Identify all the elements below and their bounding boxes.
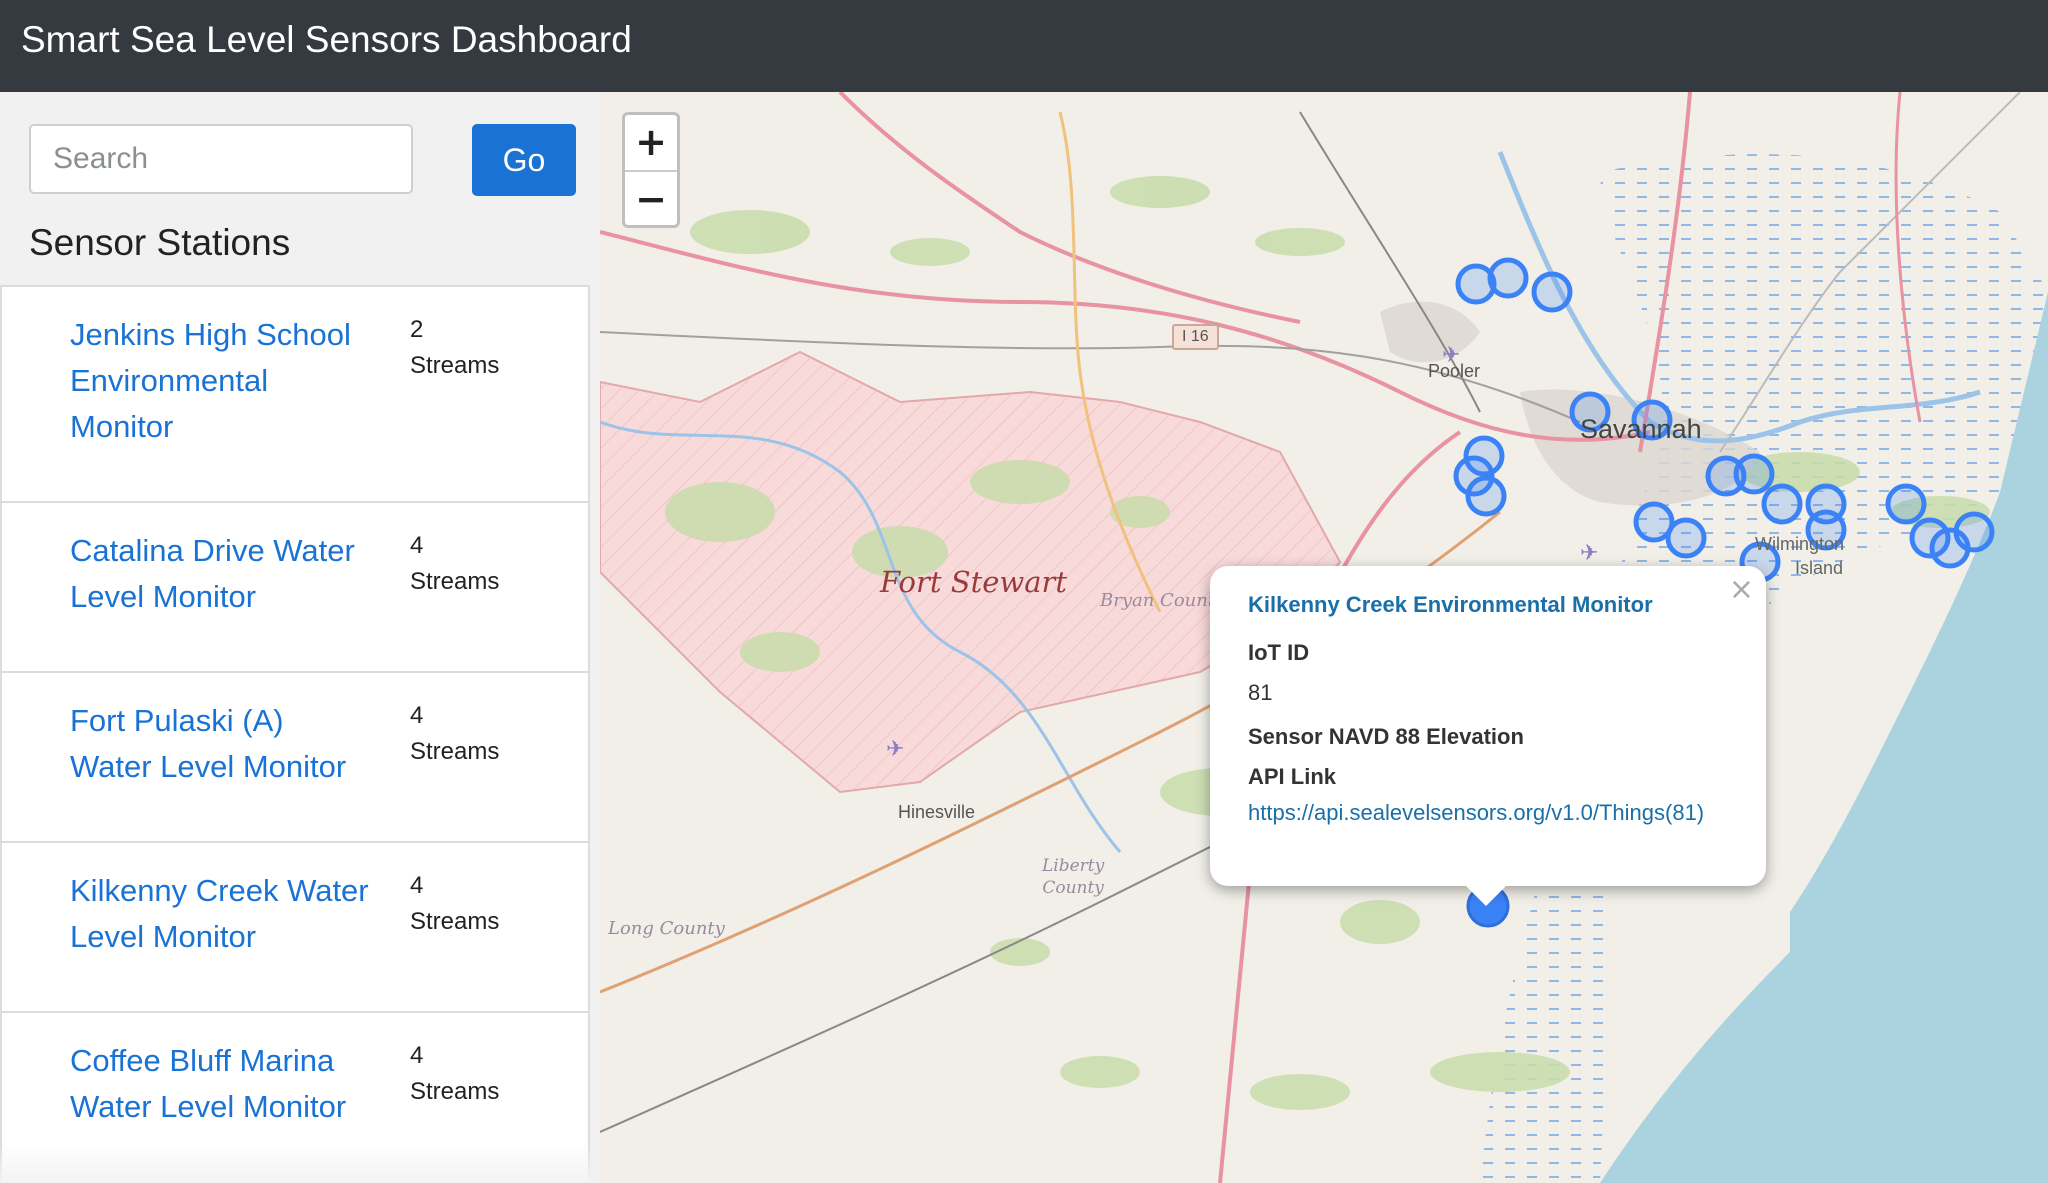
map-label-savannah: Savannah bbox=[1580, 414, 1702, 444]
elevation-label: Sensor NAVD 88 Elevation bbox=[1248, 724, 1524, 749]
stream-count-unit: Streams bbox=[410, 1078, 500, 1105]
sidebar: Go Sensor Stations Jenkins High School E… bbox=[0, 92, 600, 1183]
station-link[interactable]: Jenkins High School Environmental Monito… bbox=[70, 312, 370, 450]
station-item[interactable]: Fort Pulaski (A) Water Level Monitor 4 S… bbox=[0, 671, 590, 841]
stream-count-unit: Streams bbox=[410, 908, 500, 935]
map-label-liberty-county: Liberty County bbox=[1042, 855, 1104, 899]
stream-count: 4 Streams bbox=[410, 868, 499, 940]
sensor-popup: × Kilkenny Creek Environmental Monitor I… bbox=[1210, 566, 1766, 906]
zoom-control: + − bbox=[622, 112, 680, 228]
station-link[interactable]: Coffee Bluff Marina Water Level Monitor bbox=[70, 1038, 370, 1130]
api-link[interactable]: https://api.sealevelsensors.org/v1.0/Thi… bbox=[1248, 800, 1728, 826]
stream-count: 4 Streams bbox=[410, 1038, 499, 1110]
highway-shield: I 16 bbox=[1172, 324, 1219, 350]
svg-text:✈: ✈ bbox=[1580, 541, 1598, 566]
sensor-marker bbox=[1733, 453, 1775, 495]
map-label-pooler: Pooler bbox=[1428, 361, 1481, 381]
station-item[interactable]: Kilkenny Creek Water Level Monitor 4 Str… bbox=[0, 841, 590, 1011]
stream-count-unit: Streams bbox=[410, 352, 500, 379]
zoom-in-button[interactable]: + bbox=[625, 115, 677, 172]
zoom-out-button[interactable]: − bbox=[625, 172, 677, 227]
station-item[interactable]: Jenkins High School Environmental Monito… bbox=[0, 285, 590, 501]
api-link-label: API Link bbox=[1248, 764, 1337, 789]
map-label-fort-stewart: Fort Stewart bbox=[880, 565, 1068, 599]
stream-count-value: 4 bbox=[410, 702, 424, 729]
map-label-bryan-county: Bryan County bbox=[1100, 590, 1226, 611]
sound bbox=[1600, 872, 1890, 1183]
map-label-wilmington-line1: Wilmington bbox=[1755, 534, 1845, 554]
go-button[interactable]: Go bbox=[472, 124, 576, 196]
sensor-marker bbox=[1465, 475, 1507, 517]
map-label-long-county: Long County bbox=[608, 918, 725, 939]
map-label-liberty-line2: County bbox=[1042, 878, 1104, 898]
stream-count-unit: Streams bbox=[410, 738, 500, 765]
app-title[interactable]: Smart Sea Level Sensors Dashboard bbox=[21, 0, 632, 80]
popup-title: Kilkenny Creek Environmental Monitor bbox=[1248, 592, 1653, 617]
pooler-urban bbox=[1380, 301, 1480, 363]
station-list: Jenkins High School Environmental Monito… bbox=[0, 285, 590, 1183]
map-label-wilmington-line2: Island bbox=[1795, 558, 1844, 578]
iot-id-value: 81 bbox=[1248, 680, 1273, 705]
popup-tip bbox=[1464, 884, 1508, 906]
sensor-marker bbox=[1761, 483, 1803, 525]
station-link[interactable]: Catalina Drive Water Level Monitor bbox=[70, 528, 370, 620]
sensor-marker bbox=[1885, 483, 1927, 525]
stream-count-value: 2 bbox=[410, 316, 424, 343]
svg-text:✈: ✈ bbox=[886, 737, 904, 762]
stream-count-value: 4 bbox=[410, 872, 424, 899]
search-input[interactable] bbox=[29, 124, 413, 194]
sensor-marker bbox=[1487, 257, 1529, 299]
sensor-marker bbox=[1665, 517, 1707, 559]
stream-count: 4 Streams bbox=[410, 528, 499, 600]
sensor-marker bbox=[1929, 527, 1971, 569]
list-fade bbox=[0, 1143, 590, 1183]
station-link[interactable]: Kilkenny Creek Water Level Monitor bbox=[70, 868, 370, 960]
map-label-wilmington-island: Wilmington Island bbox=[1755, 532, 1844, 580]
popup-close-button[interactable]: × bbox=[1729, 572, 1754, 607]
iot-id-label: IoT ID bbox=[1248, 640, 1310, 665]
map-label-liberty-line1: Liberty bbox=[1042, 856, 1105, 876]
map-label-hinesville: Hinesville bbox=[898, 802, 976, 822]
top-navbar: Smart Sea Level Sensors Dashboard bbox=[0, 0, 2048, 92]
stream-count-unit: Streams bbox=[410, 568, 500, 595]
sensor-stations-heading: Sensor Stations bbox=[29, 222, 291, 263]
station-item[interactable]: Catalina Drive Water Level Monitor 4 Str… bbox=[0, 501, 590, 671]
station-link[interactable]: Fort Pulaski (A) Water Level Monitor bbox=[70, 698, 370, 790]
stream-count-value: 4 bbox=[410, 532, 424, 559]
stream-count-value: 4 bbox=[410, 1042, 424, 1069]
stream-count: 4 Streams bbox=[410, 698, 499, 770]
sensor-marker bbox=[1805, 483, 1847, 525]
map-view[interactable]: ✈ ✈ ✈ I 16 Fort Stewart Bryan County Hin… bbox=[600, 92, 2048, 1183]
stream-count: 2 Streams bbox=[410, 312, 499, 384]
sensor-marker bbox=[1531, 271, 1573, 313]
